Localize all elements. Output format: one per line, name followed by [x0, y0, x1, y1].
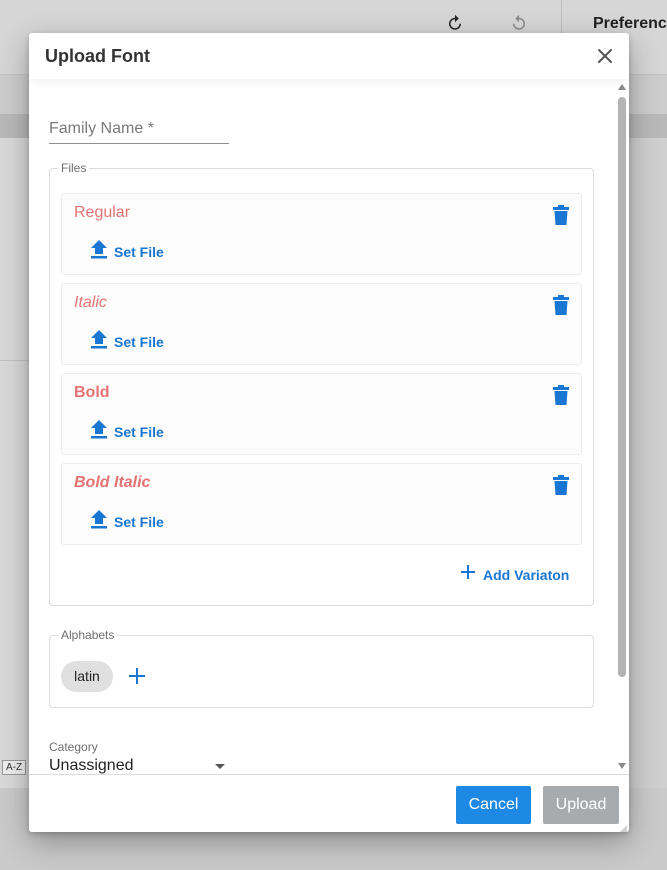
- add-alphabet-icon[interactable]: [128, 667, 146, 685]
- variant-italic: Italic Set File: [61, 283, 582, 365]
- set-file-button[interactable]: Set File: [90, 329, 164, 355]
- upload-font-dialog: Upload Font Family Name * Files Regular …: [29, 33, 629, 832]
- upload-button[interactable]: Upload: [543, 786, 619, 824]
- chevron-down-icon: [215, 764, 225, 769]
- dialog-scrollbar[interactable]: [615, 79, 629, 774]
- files-legend: Files: [58, 161, 90, 175]
- upload-icon: [90, 329, 108, 355]
- dialog-header: Upload Font: [29, 33, 629, 79]
- set-file-label: Set File: [114, 334, 164, 350]
- variant-label: Italic: [74, 294, 107, 311]
- close-icon[interactable]: [593, 44, 617, 68]
- delete-icon[interactable]: [553, 295, 569, 315]
- set-file-button[interactable]: Set File: [90, 509, 164, 535]
- variant-regular: Regular Set File: [61, 193, 582, 275]
- delete-icon[interactable]: [553, 385, 569, 405]
- plus-icon: [460, 564, 476, 585]
- alphabet-chip-latin[interactable]: latin: [61, 661, 113, 692]
- set-file-button[interactable]: Set File: [90, 239, 164, 265]
- category-value: Unassigned: [49, 757, 134, 774]
- add-variation-button[interactable]: Add Variaton: [460, 564, 569, 585]
- files-group: Files Regular Set File Italic Set File B…: [49, 161, 594, 606]
- dialog-footer: Cancel Upload: [29, 774, 629, 832]
- dialog-body: Family Name * Files Regular Set File Ita…: [29, 79, 615, 774]
- upload-icon: [90, 239, 108, 265]
- variant-label: Regular: [74, 204, 131, 221]
- upload-icon: [90, 509, 108, 535]
- sort-az-button[interactable]: A-Z: [2, 760, 27, 775]
- alphabets-legend: Alphabets: [58, 628, 118, 642]
- dialog-title: Upload Font: [45, 46, 150, 66]
- set-file-button[interactable]: Set File: [90, 419, 164, 445]
- scroll-up-icon[interactable]: [618, 84, 626, 90]
- resize-handle-icon[interactable]: [617, 822, 627, 832]
- variant-label: Bold Italic: [74, 474, 151, 491]
- set-file-label: Set File: [114, 424, 164, 440]
- scrollbar-thumb[interactable]: [618, 97, 626, 677]
- variant-bold: Bold Set File: [61, 373, 582, 455]
- upload-icon: [90, 419, 108, 445]
- preferences-menu[interactable]: Preference: [593, 15, 667, 33]
- scroll-down-icon[interactable]: [618, 763, 626, 769]
- category-label: Category: [49, 740, 98, 754]
- delete-icon[interactable]: [553, 205, 569, 225]
- category-select[interactable]: Unassigned: [49, 754, 227, 774]
- set-file-label: Set File: [114, 514, 164, 530]
- alphabets-group: Alphabets latin: [49, 628, 594, 708]
- delete-icon[interactable]: [553, 475, 569, 495]
- variant-label: Bold: [74, 384, 110, 401]
- variant-bold-italic: Bold Italic Set File: [61, 463, 582, 545]
- add-variation-label: Add Variaton: [483, 566, 570, 583]
- family-name-field[interactable]: Family Name *: [49, 119, 229, 144]
- set-file-label: Set File: [114, 244, 164, 260]
- cancel-button[interactable]: Cancel: [456, 786, 531, 824]
- family-name-label: Family Name *: [49, 120, 154, 137]
